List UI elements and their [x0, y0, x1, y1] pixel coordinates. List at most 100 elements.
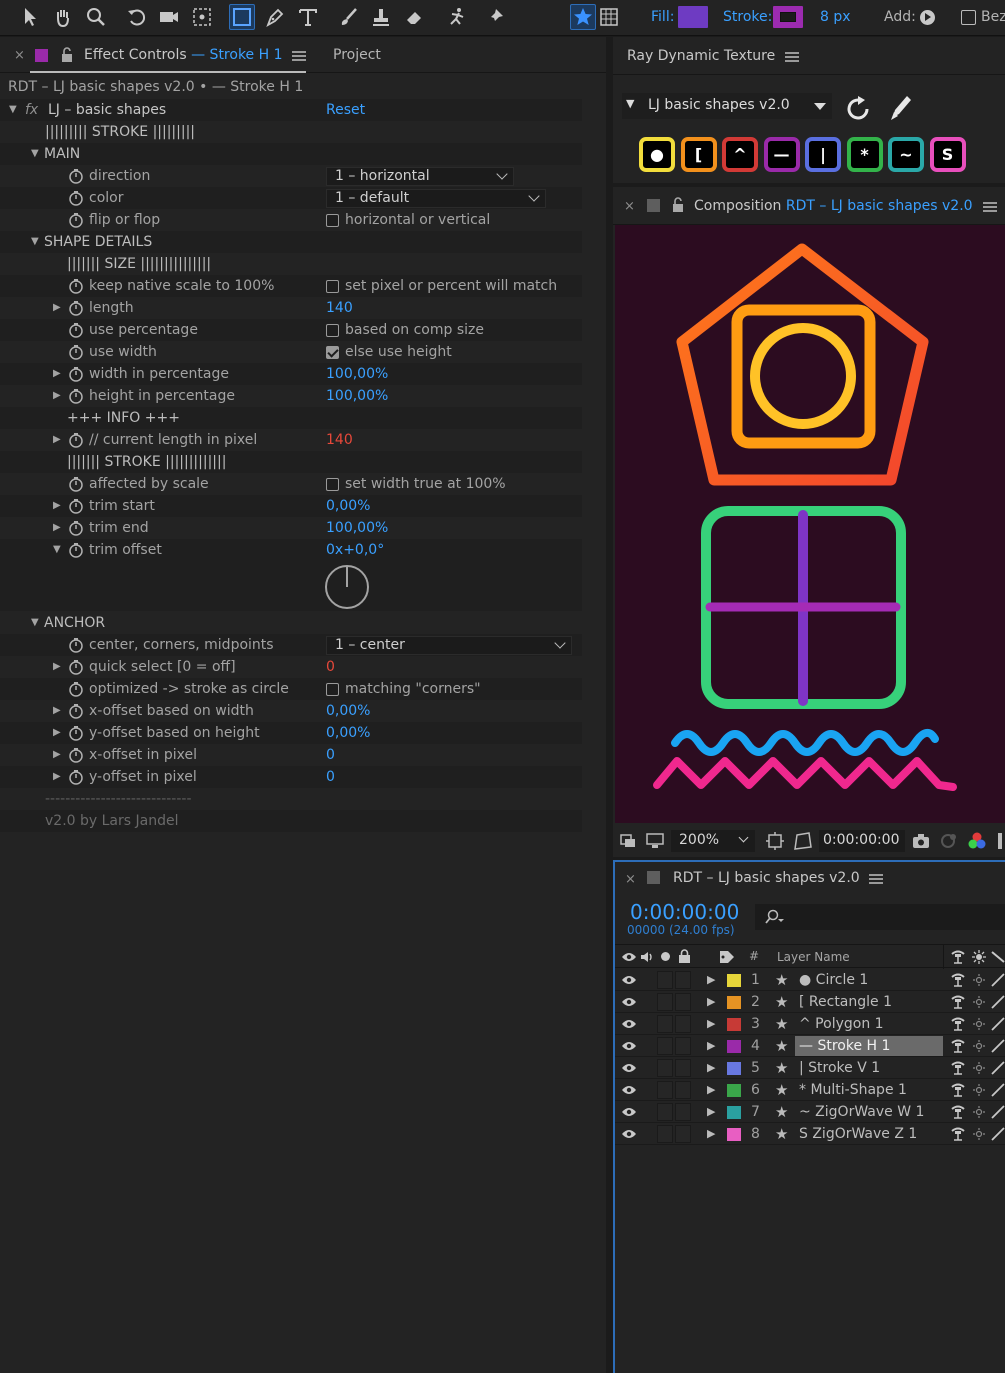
- expand-triangle-icon[interactable]: ▶: [707, 1079, 715, 1101]
- shy-switch-icon[interactable]: [949, 1061, 967, 1075]
- collapse-header-icon[interactable]: [971, 949, 987, 965]
- affected-checkbox[interactable]: [326, 478, 339, 491]
- grid-guides-icon[interactable]: [765, 831, 785, 851]
- stopwatch-icon[interactable]: [68, 366, 84, 382]
- collapse-switch-icon[interactable]: [971, 1060, 987, 1076]
- solo-switch[interactable]: [657, 1059, 673, 1077]
- anchor-group-row[interactable]: ▼ ANCHOR: [0, 612, 582, 634]
- optimized-checkbox[interactable]: [326, 683, 339, 696]
- color-dropdown[interactable]: 1 – default: [326, 189, 546, 208]
- region-of-interest-icon[interactable]: [619, 832, 637, 850]
- close-icon[interactable]: ×: [625, 872, 636, 887]
- quality-switch-icon[interactable]: [990, 995, 1005, 1009]
- lock-switch[interactable]: [675, 1125, 691, 1143]
- layer-label-color[interactable]: [727, 1106, 741, 1119]
- solo-switch[interactable]: [657, 1125, 673, 1143]
- quality-switch-icon[interactable]: [990, 1061, 1005, 1075]
- expand-triangle-icon[interactable]: ▶: [707, 1057, 715, 1079]
- expand-triangle-icon[interactable]: ▶: [53, 766, 61, 788]
- expand-triangle-icon[interactable]: ▶: [53, 722, 61, 744]
- shy-switch-icon[interactable]: [949, 1127, 967, 1141]
- stopwatch-icon[interactable]: [68, 769, 84, 785]
- zigorwave-z-shape[interactable]: [653, 757, 957, 791]
- eye-icon[interactable]: [621, 1084, 637, 1096]
- timecode-field[interactable]: 0:00:00:00: [819, 830, 905, 852]
- y-offset-pixel-value[interactable]: 0: [326, 766, 335, 788]
- panel-menu-icon[interactable]: [785, 52, 799, 62]
- trim-end-value[interactable]: 100,00%: [326, 517, 388, 539]
- stopwatch-icon[interactable]: [68, 659, 84, 675]
- lock-header-icon[interactable]: [678, 949, 691, 964]
- show-snapshot-icon[interactable]: [939, 832, 959, 850]
- layer-row[interactable]: ▶ 6 ★ * Multi-Shape 1: [615, 1079, 1005, 1101]
- stopwatch-icon[interactable]: [68, 432, 84, 448]
- layer-row[interactable]: ▶ 3 ★ ^ Polygon 1: [615, 1013, 1005, 1035]
- eye-icon[interactable]: [621, 974, 637, 986]
- layer-row[interactable]: ▶ 1 ★ ● Circle 1: [615, 969, 1005, 991]
- trim-offset-value[interactable]: 0x+0,0°: [326, 539, 384, 561]
- lock-switch[interactable]: [675, 1103, 691, 1121]
- shape-button-2[interactable]: [: [680, 137, 717, 172]
- angle-dial-icon[interactable]: [324, 564, 370, 610]
- panel-menu-icon[interactable]: [292, 51, 306, 61]
- use-width-checkbox[interactable]: [326, 346, 339, 359]
- expand-triangle-icon[interactable]: ▼: [626, 97, 634, 110]
- stopwatch-icon[interactable]: [68, 498, 84, 514]
- project-tab[interactable]: Project: [333, 47, 381, 63]
- layer-label-color[interactable]: [727, 996, 741, 1009]
- circle-shape[interactable]: [750, 323, 856, 429]
- camera-snapshot-icon[interactable]: [911, 832, 931, 850]
- collapse-switch-icon[interactable]: [971, 1126, 987, 1142]
- expand-triangle-icon[interactable]: ▶: [707, 1035, 715, 1057]
- collapse-switch-icon[interactable]: [971, 1038, 987, 1054]
- timeline-tab[interactable]: RDT – LJ basic shapes v2.0: [673, 870, 860, 886]
- lock-icon[interactable]: [671, 197, 685, 213]
- eraser-tool-icon[interactable]: [401, 4, 427, 30]
- stopwatch-icon[interactable]: [68, 190, 84, 206]
- x-offset-width-value[interactable]: 0,00%: [326, 700, 370, 722]
- clone-stamp-tool-icon[interactable]: [368, 4, 394, 30]
- eye-icon[interactable]: [621, 1040, 637, 1052]
- pen-tool-icon[interactable]: [262, 4, 288, 30]
- use-percentage-checkbox[interactable]: [326, 324, 339, 337]
- expand-triangle-icon[interactable]: ▼: [31, 612, 39, 634]
- collapse-switch-icon[interactable]: [971, 972, 987, 988]
- x-offset-pixel-value[interactable]: 0: [326, 744, 335, 766]
- layer-name[interactable]: S ZigOrWave Z 1: [795, 1124, 943, 1144]
- expand-triangle-icon[interactable]: ▼: [31, 231, 39, 253]
- current-time-display[interactable]: 0:00:00:00: [630, 900, 739, 924]
- stopwatch-icon[interactable]: [68, 542, 84, 558]
- main-group-row[interactable]: ▼ MAIN: [0, 143, 582, 165]
- y-offset-height-value[interactable]: 0,00%: [326, 722, 370, 744]
- ray-panel-tab[interactable]: Ray Dynamic Texture: [627, 48, 775, 64]
- layer-row[interactable]: ▶ 7 ★ ~ ZigOrWave W 1: [615, 1101, 1005, 1123]
- layer-row[interactable]: ▶ 8 ★ S ZigOrWave Z 1: [615, 1123, 1005, 1145]
- add-menu-icon[interactable]: [920, 10, 935, 25]
- rotate-tool-icon[interactable]: [124, 4, 150, 30]
- shape-button-6[interactable]: *: [846, 137, 883, 172]
- stopwatch-icon[interactable]: [68, 637, 84, 653]
- stopwatch-icon[interactable]: [68, 212, 84, 228]
- puppet-tool-icon[interactable]: [443, 4, 469, 30]
- layer-label-color[interactable]: [727, 1128, 741, 1141]
- star-snap-icon[interactable]: [570, 4, 596, 30]
- expand-triangle-icon[interactable]: ▶: [707, 969, 715, 991]
- layer-label-color[interactable]: [727, 974, 741, 987]
- quality-switch-icon[interactable]: [990, 1017, 1005, 1031]
- shape-button-7[interactable]: ~: [888, 137, 924, 172]
- shy-switch-icon[interactable]: [949, 1083, 967, 1097]
- panel-menu-icon[interactable]: [869, 874, 883, 884]
- quality-switch-icon[interactable]: [990, 1127, 1005, 1141]
- lock-switch[interactable]: [675, 993, 691, 1011]
- refresh-icon[interactable]: [843, 94, 873, 124]
- label-tag-icon[interactable]: [719, 950, 735, 964]
- shape-details-row[interactable]: ▼ SHAPE DETAILS: [0, 231, 582, 253]
- lock-switch[interactable]: [675, 1059, 691, 1077]
- layer-label-color[interactable]: [727, 1084, 741, 1097]
- expand-triangle-icon[interactable]: ▶: [53, 429, 61, 451]
- quality-switch-icon[interactable]: [990, 1039, 1005, 1053]
- shape-button-8[interactable]: S: [929, 137, 966, 172]
- bezier-path-checkbox[interactable]: [961, 10, 976, 25]
- solo-switch[interactable]: [657, 993, 673, 1011]
- close-icon[interactable]: ×: [14, 48, 25, 63]
